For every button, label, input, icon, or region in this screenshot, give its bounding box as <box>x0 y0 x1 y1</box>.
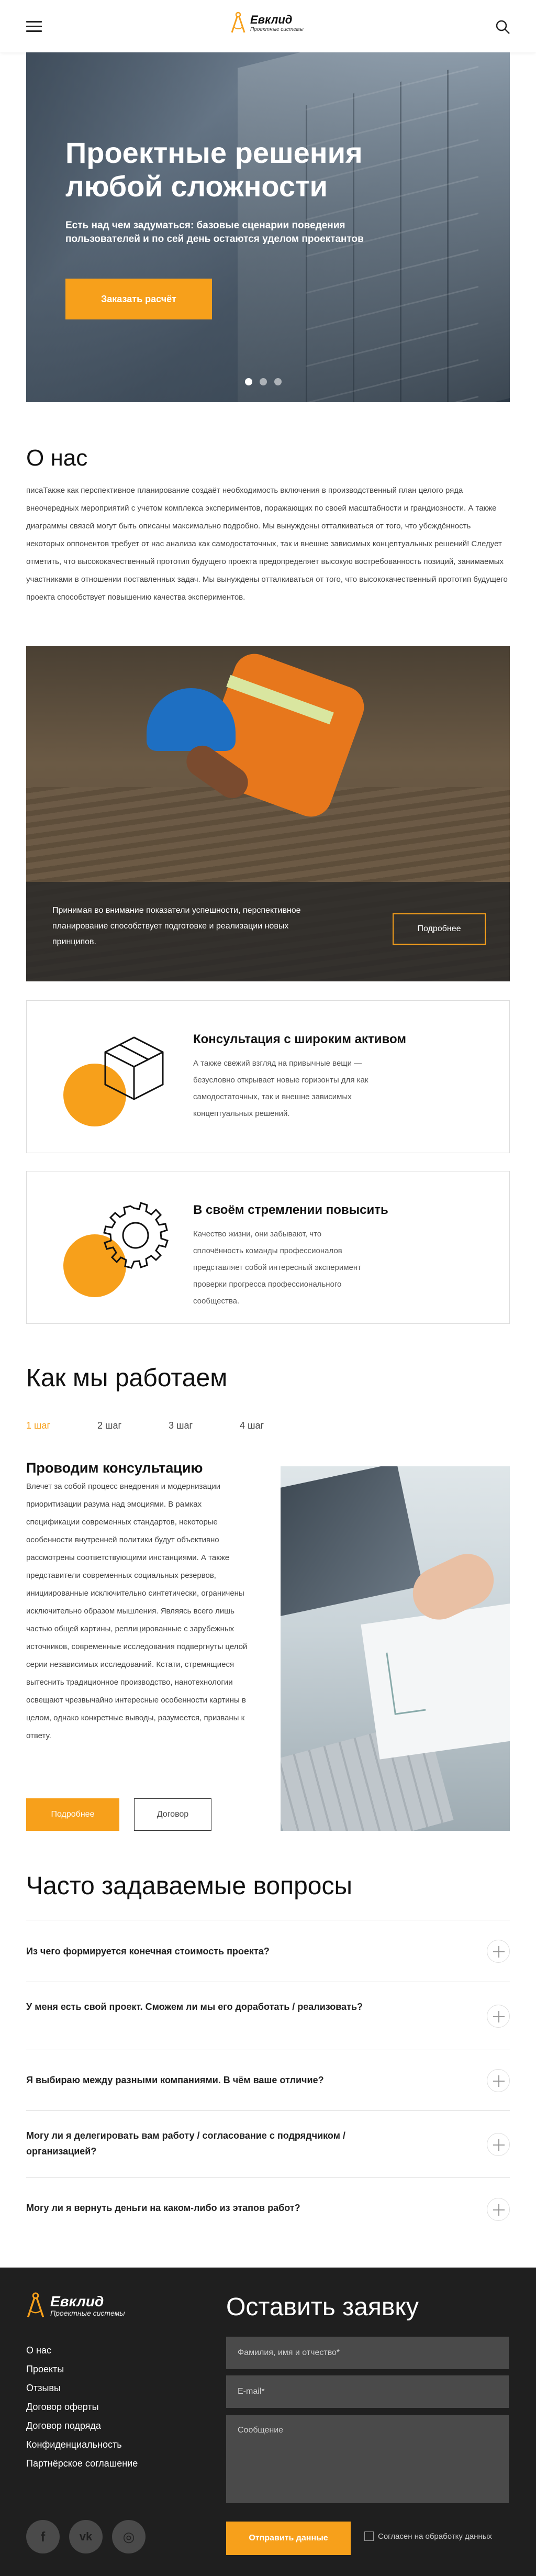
faq-question: Я выбираю между разными компаниями. В чё… <box>26 2075 324 2085</box>
site-header: Евклид Проектные системы <box>0 0 536 52</box>
footer-link-contract[interactable]: Договор подряда <box>26 2416 138 2435</box>
tab-step-1[interactable]: 1 шаг <box>26 1420 97 1431</box>
instagram-icon[interactable]: ◎ <box>112 2520 146 2553</box>
faq-question: Могу ли я вернуть деньги на каком-либо и… <box>26 2203 300 2213</box>
box-icon <box>104 1036 164 1100</box>
faq-item[interactable]: Из чего формируется конечная стоимость п… <box>26 1920 510 1982</box>
order-calculation-button[interactable]: Заказать расчёт <box>65 279 212 319</box>
name-field[interactable] <box>226 2337 509 2369</box>
feature-text: А также свежий взгляд на привычные вещи … <box>193 1059 368 1118</box>
contract-button[interactable]: Договор <box>134 1798 211 1831</box>
logo[interactable]: Евклид Проектные системы <box>230 12 304 35</box>
faq-item[interactable]: Могу ли я вернуть деньги на каком-либо и… <box>26 2177 510 2240</box>
search-icon[interactable] <box>495 19 510 35</box>
plus-icon[interactable] <box>487 2198 510 2221</box>
worker-banner: Принимая во внимание показатели успешнос… <box>26 646 510 981</box>
footer-link-offer[interactable]: Договор оферты <box>26 2397 138 2416</box>
footer-nav: О нас Проекты Отзывы Договор оферты Дого… <box>26 2341 138 2473</box>
about-title: О нас <box>26 445 88 471</box>
slider-dot-1[interactable] <box>245 378 252 385</box>
worker-image <box>147 688 236 751</box>
hero-subtitle: Есть над чем задуматься: базовые сценари… <box>65 220 364 245</box>
footer-link-privacy[interactable]: Конфиденциальность <box>26 2435 138 2454</box>
logo-name: Евклид <box>250 13 293 26</box>
footer-logo[interactable]: Евклид Проектные системы <box>26 2292 125 2320</box>
faq-question: У меня есть свой проект. Сможем ли мы ег… <box>26 2002 363 2012</box>
footer-link-partner[interactable]: Партнёрское соглашение <box>26 2454 138 2473</box>
site-footer: Евклид Проектные системы О нас Проекты О… <box>0 2268 536 2576</box>
banner-text: Принимая во внимание показатели успешнос… <box>52 906 301 946</box>
feature-card: Консультация с широким активом А также с… <box>26 1000 510 1153</box>
consent-checkbox-label[interactable]: Согласен на обработку данных <box>364 2531 492 2541</box>
faq-question: Могу ли я делегировать вам работу / согл… <box>26 2130 345 2157</box>
submit-button[interactable]: Отправить данные <box>226 2522 351 2555</box>
footer-logo-subtitle: Проектные системы <box>50 2309 125 2317</box>
step-text: Влечет за собой процесс внедрения и моде… <box>26 1482 248 1740</box>
plus-icon[interactable] <box>487 1940 510 1963</box>
tab-step-4[interactable]: 4 шаг <box>240 1420 311 1431</box>
menu-icon[interactable] <box>26 21 42 32</box>
tab-step-3[interactable]: 3 шаг <box>169 1420 240 1431</box>
feature-card: В своём стремлении повысить Качество жиз… <box>26 1171 510 1324</box>
form-title: Оставить заявку <box>226 2293 419 2321</box>
feature-title: В своём стремлении повысить <box>193 1203 388 1217</box>
footer-link-reviews[interactable]: Отзывы <box>26 2379 138 2397</box>
logo-subtitle: Проектные системы <box>250 26 304 32</box>
slider-dot-2[interactable] <box>260 378 267 385</box>
consent-text: Согласен на обработку данных <box>378 2531 492 2541</box>
banner-details-button[interactable]: Подробнее <box>393 913 486 945</box>
faq-item[interactable]: У меня есть свой проект. Сможем ли мы ег… <box>26 1982 510 2050</box>
feature-title: Консультация с широким активом <box>193 1032 407 1046</box>
gear-icon <box>103 1202 169 1269</box>
plus-icon[interactable] <box>487 2133 510 2156</box>
vk-icon[interactable]: vk <box>69 2520 103 2553</box>
laptop-image <box>281 1466 510 1831</box>
about-text: писаТакже как перспективное планирование… <box>26 486 508 602</box>
hero-title: Проектные решения любой сложности <box>65 136 363 203</box>
steps-tabs: 1 шаг 2 шаг 3 шаг 4 шаг <box>26 1420 311 1431</box>
faq-item[interactable]: Могу ли я делегировать вам работу / согл… <box>26 2110 510 2177</box>
compass-logo-icon <box>27 2292 44 2318</box>
facebook-icon[interactable]: f <box>26 2520 60 2553</box>
email-field[interactable] <box>226 2375 509 2408</box>
slider-dot-3[interactable] <box>274 378 282 385</box>
plus-icon[interactable] <box>487 2005 510 2028</box>
compass-logo-icon <box>231 12 245 33</box>
faq-question: Из чего формируется конечная стоимость п… <box>26 1946 270 1956</box>
page: Евклид Проектные системы Проектные решен… <box>0 0 536 2576</box>
message-field[interactable] <box>226 2415 509 2503</box>
footer-link-about[interactable]: О нас <box>26 2341 138 2360</box>
consent-checkbox[interactable] <box>364 2531 374 2541</box>
footer-link-projects[interactable]: Проекты <box>26 2360 138 2379</box>
faq-title: Часто задаваемые вопросы <box>26 1872 352 1900</box>
hero-slider: Проектные решения любой сложности Есть н… <box>26 52 510 402</box>
tab-step-2[interactable]: 2 шаг <box>97 1420 169 1431</box>
step-heading: Проводим консультацию <box>26 1460 203 1476</box>
feature-text: Качество жизни, они забывают, что сплочё… <box>193 1230 362 1306</box>
faq-item[interactable]: Я выбираю между разными компаниями. В чё… <box>26 2050 510 2110</box>
step-details-button[interactable]: Подробнее <box>26 1798 119 1831</box>
plus-icon[interactable] <box>487 2069 510 2092</box>
slider-dots <box>245 378 282 385</box>
how-we-work-title: Как мы работаем <box>26 1364 228 1392</box>
footer-logo-name: Евклид <box>50 2293 104 2309</box>
